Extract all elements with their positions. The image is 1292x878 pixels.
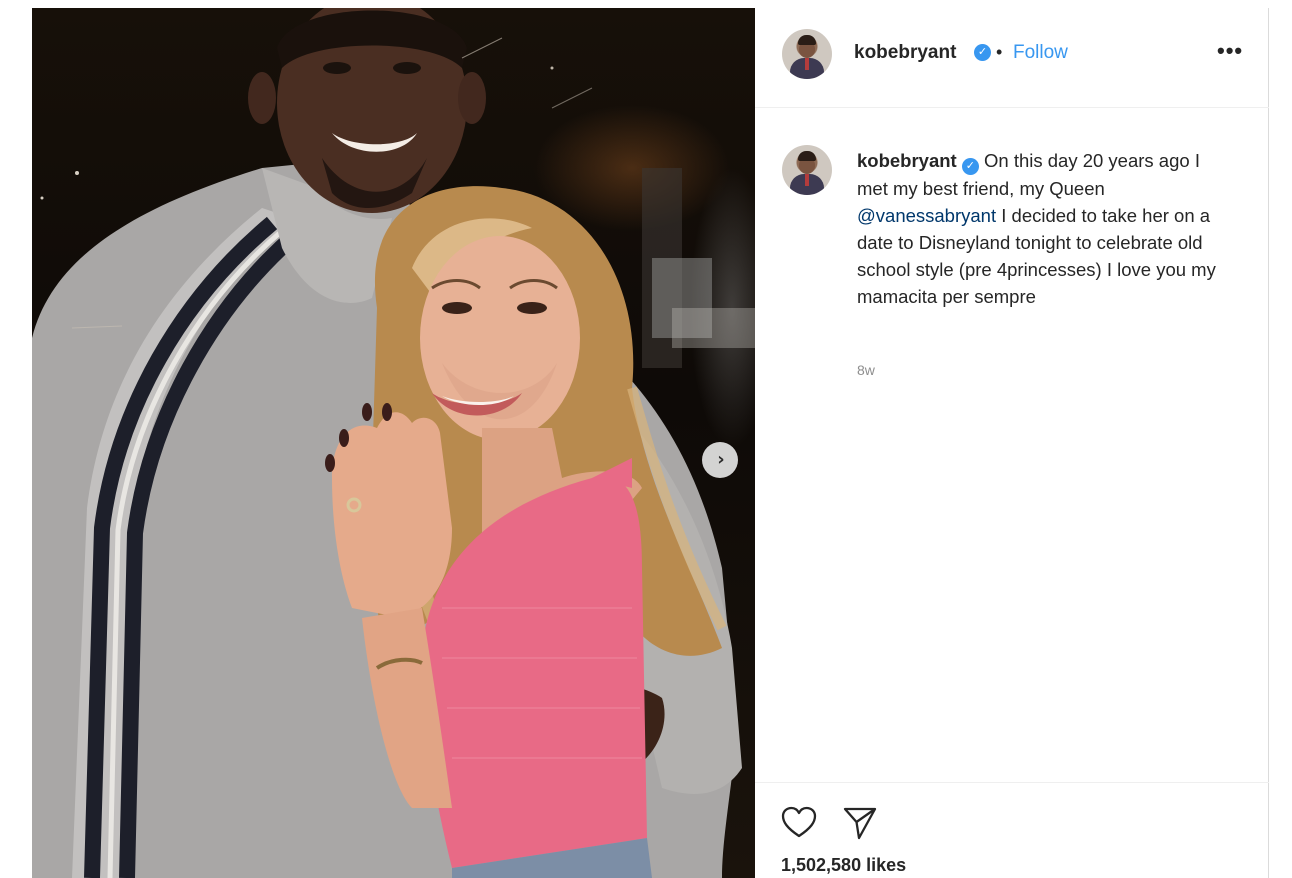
heart-icon	[781, 806, 817, 838]
photo-illustration	[32, 8, 755, 878]
chevron-right-icon: ›	[717, 449, 725, 470]
caption-timestamp[interactable]: 8w	[857, 362, 875, 378]
author-username[interactable]: kobebryant	[854, 42, 956, 64]
instagram-post-page: › kobebryant ✓ • Follow ••• kobebryant ✓…	[0, 0, 1292, 878]
author-avatar[interactable]	[782, 29, 832, 79]
separator-dot: •	[996, 42, 1003, 62]
paper-plane-icon	[843, 807, 877, 840]
caption-author-avatar[interactable]	[782, 145, 832, 195]
like-button[interactable]	[781, 805, 817, 841]
caption-username[interactable]: kobebryant	[857, 150, 957, 171]
post-actions: 1,502,580 likes	[755, 782, 1269, 878]
post-header: kobebryant ✓ • Follow •••	[755, 8, 1269, 108]
caption-mention-link[interactable]: @vanessabryant	[857, 205, 996, 226]
share-button[interactable]	[842, 805, 878, 841]
caption-verified-badge-icon: ✓	[961, 158, 979, 175]
post-side-panel: kobebryant ✓ • Follow ••• kobebryant ✓ O…	[755, 8, 1269, 878]
likes-count[interactable]: 1,502,580 likes	[781, 855, 906, 876]
caption-comment: kobebryant ✓ On this day 20 years ago I …	[755, 108, 1269, 782]
post-photo[interactable]: ›	[32, 8, 755, 878]
caption-text: kobebryant ✓ On this day 20 years ago I …	[857, 147, 1227, 310]
verified-badge-icon: ✓	[974, 44, 991, 61]
more-options-icon[interactable]: •••	[1217, 38, 1243, 64]
carousel-next-button[interactable]: ›	[702, 442, 738, 478]
follow-button[interactable]: Follow	[1013, 42, 1068, 64]
